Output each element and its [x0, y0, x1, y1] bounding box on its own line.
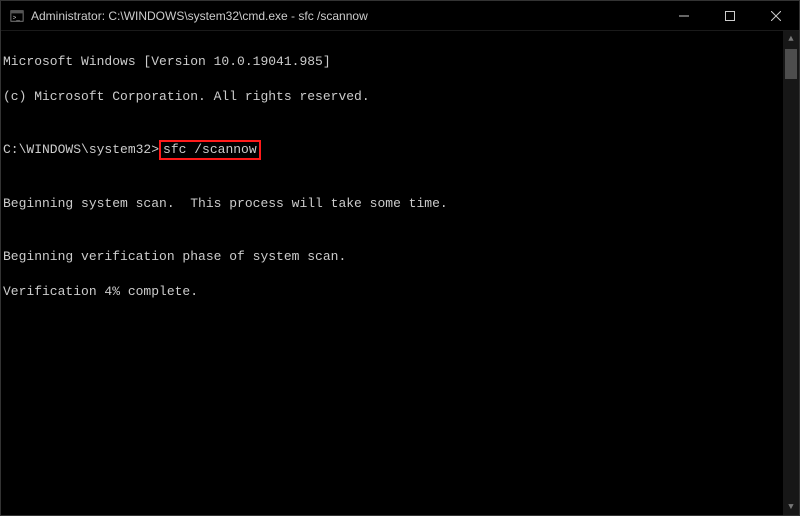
copyright-line: (c) Microsoft Corporation. All rights re…	[3, 88, 797, 106]
scan-begin-line: Beginning system scan. This process will…	[3, 195, 797, 213]
cmd-icon: >_	[9, 8, 25, 24]
scrollbar-up-icon[interactable]: ▲	[783, 31, 799, 47]
scrollbar-down-icon[interactable]: ▼	[783, 499, 799, 515]
titlebar[interactable]: >_ Administrator: C:\WINDOWS\system32\cm…	[1, 1, 799, 31]
minimize-button[interactable]	[661, 1, 707, 30]
maximize-button[interactable]	[707, 1, 753, 30]
cmd-window: >_ Administrator: C:\WINDOWS\system32\cm…	[0, 0, 800, 516]
window-controls	[661, 1, 799, 30]
prompt-text: C:\WINDOWS\system32>	[3, 141, 159, 159]
command-line: C:\WINDOWS\system32>sfc /scannow	[3, 140, 797, 160]
terminal-output[interactable]: Microsoft Windows [Version 10.0.19041.98…	[1, 31, 799, 515]
verification-progress-line: Verification 4% complete.	[3, 283, 797, 301]
window-title: Administrator: C:\WINDOWS\system32\cmd.e…	[31, 9, 661, 23]
scrollbar-thumb[interactable]	[785, 49, 797, 79]
svg-text:>_: >_	[13, 14, 21, 21]
close-button[interactable]	[753, 1, 799, 30]
scrollbar-track[interactable]: ▲ ▼	[783, 31, 799, 515]
verification-phase-line: Beginning verification phase of system s…	[3, 248, 797, 266]
version-line: Microsoft Windows [Version 10.0.19041.98…	[3, 53, 797, 71]
command-highlight: sfc /scannow	[159, 140, 261, 160]
